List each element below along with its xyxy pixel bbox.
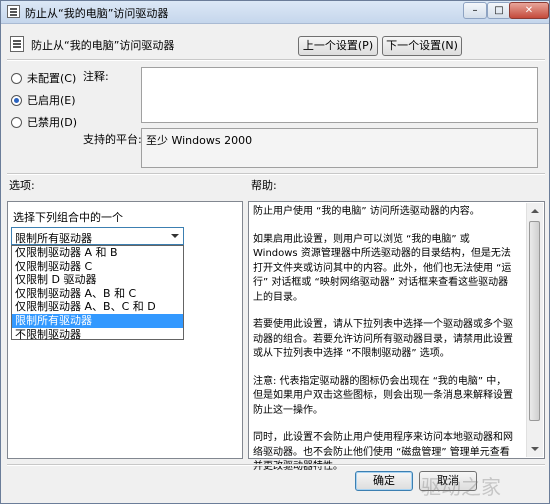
platform-value: 至少 Windows 2000 [146,134,253,147]
options-label: 选项: [9,179,35,192]
window-title: 防止从“我的电脑”访问驱动器 [25,7,169,20]
previous-setting-button[interactable]: 上一个设置(P) [298,36,378,56]
section-divider [7,173,545,175]
maximize-button[interactable]: □ [487,2,511,19]
help-paragraph: 注意: 代表指定驱动器的图标仍会出现在 “我的电脑” 中，但是如果用户双击这些图… [253,375,513,416]
help-paragraph: 防止用户使用 “我的电脑” 访问所选驱动器的内容。 [253,206,480,217]
help-paragraph: 同时，此设置不会防止用户使用程序来访问本地驱动器和网络驱动器。也不会防止他们使用… [253,432,513,472]
drive-dropdown-list[interactable]: 仅限制驱动器 A 和 B 仅限制驱动器 C 仅限制 D 驱动器 仅限制驱动器 A… [11,245,184,342]
radio-label: 已启用(E) [27,94,76,107]
platform-label: 支持的平台: [83,133,142,146]
help-paragraph: 如果启用此设置，则用户可以浏览 “我的电脑” 或 Windows 资源管理器中所… [253,233,512,303]
title-bar[interactable]: 防止从“我的电脑”访问驱动器 – □ ✕ [1,1,549,24]
radio-disabled[interactable]: 已禁用(D) [11,114,77,130]
policy-icon [7,5,20,18]
header-divider [7,59,545,61]
dropdown-option[interactable]: 仅限制驱动器 A、B 和 C [12,287,183,301]
minimize-button[interactable]: – [463,2,487,19]
watermark: 驱动之家 [421,475,501,499]
dropdown-option[interactable]: 仅限制驱动器 A、B、C 和 D [12,300,183,314]
radio-circle[interactable] [11,116,22,128]
comment-field[interactable] [141,67,538,123]
help-text: 防止用户使用 “我的电脑” 访问所选驱动器的内容。 如果启用此设置，则用户可以浏… [253,205,515,488]
radio-not-configured[interactable]: 未配置(C) [11,70,76,86]
help-scrollbar[interactable] [526,203,543,457]
dropdown-option-selected[interactable]: 限制所有驱动器 [12,313,183,328]
close-button[interactable]: ✕ [509,2,549,19]
radio-label: 未配置(C) [27,72,77,85]
platform-field: 至少 Windows 2000 [141,128,538,168]
scroll-up-icon[interactable] [531,209,539,213]
radio-circle[interactable] [11,94,22,106]
dropdown-option[interactable]: 仅限制 D 驱动器 [12,273,183,287]
dropdown-option[interactable]: 仅限制驱动器 A 和 B [12,246,183,260]
policy-setting-icon [10,36,24,52]
radio-circle[interactable] [11,72,22,84]
dropdown-option[interactable]: 不限制驱动器 [12,328,183,342]
help-label: 帮助: [251,179,277,192]
scroll-thumb[interactable] [529,221,540,421]
comment-label: 注释: [83,70,109,83]
scroll-down-icon[interactable] [531,447,539,451]
ok-button[interactable]: 确定 [355,471,413,491]
policy-name: 防止从“我的电脑”访问驱动器 [31,39,175,52]
combo-selected-value: 限制所有驱动器 [15,232,92,245]
radio-enabled[interactable]: 已启用(E) [11,92,76,108]
options-prompt: 选择下列组合中的一个 [13,211,123,224]
footer-divider [7,464,545,466]
drive-combo-box[interactable]: 限制所有驱动器 [11,227,184,245]
radio-label: 已禁用(D) [27,116,78,129]
chevron-down-icon[interactable] [171,234,179,238]
policy-dialog: 防止从“我的电脑”访问驱动器 – □ ✕ 防止从“我的电脑”访问驱动器 上一个设… [0,0,550,504]
help-paragraph: 若要使用此设置，请从下拉列表中选择一个驱动器或多个驱动器的组合。若要允许访问所有… [253,319,513,359]
dropdown-option[interactable]: 仅限制驱动器 C [12,260,183,274]
next-setting-button[interactable]: 下一个设置(N) [382,36,462,56]
